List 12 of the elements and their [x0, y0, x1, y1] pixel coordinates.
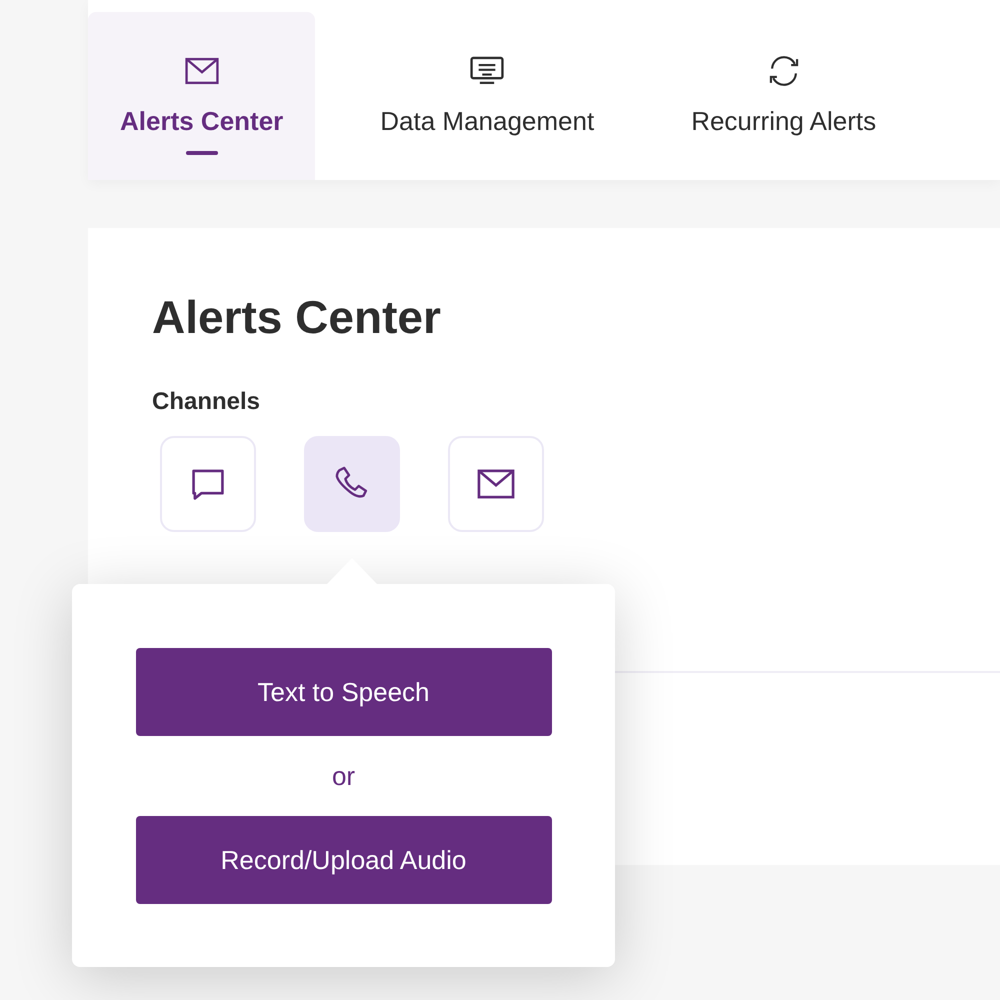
option-button[interactable]: Record/Upload Audio [136, 816, 552, 904]
option-button[interactable]: Text to Speech [136, 648, 552, 736]
tab[interactable]: Recurring Alerts [659, 12, 908, 180]
active-tab-indicator [186, 151, 218, 155]
separator-text: or [332, 760, 356, 792]
tab[interactable]: Data Management [348, 12, 626, 180]
channel-tile[interactable] [160, 436, 256, 532]
tab[interactable]: Alerts Center [88, 12, 316, 180]
section-heading: Channels [152, 388, 262, 416]
channel-tile[interactable] [304, 436, 400, 532]
channel-tile[interactable] [448, 436, 544, 532]
page-title: Alerts Center [152, 294, 442, 340]
